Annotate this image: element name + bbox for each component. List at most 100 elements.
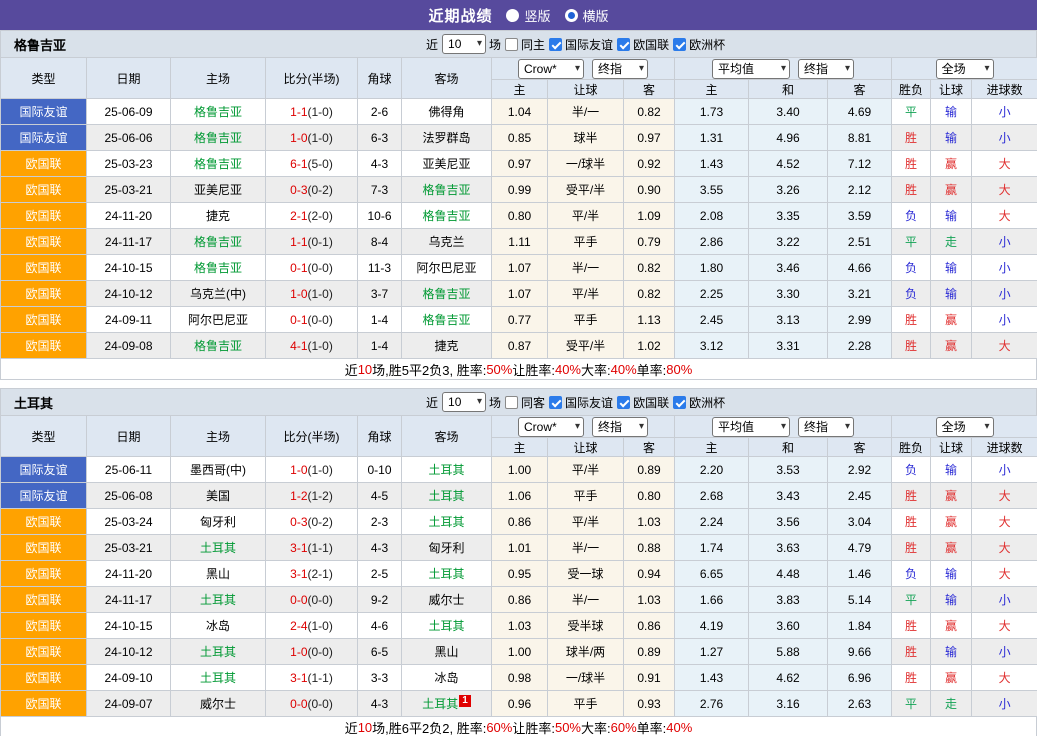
average-select[interactable]: 平均值 xyxy=(712,417,790,437)
col-avg-home: 主 xyxy=(675,438,749,457)
result-outcome: 胜 xyxy=(892,483,931,509)
result-outcome: 胜 xyxy=(892,125,931,151)
match-date: 25-06-11 xyxy=(87,457,171,483)
scope-select[interactable]: 全场 xyxy=(936,59,994,79)
match-type-badge: 欧国联 xyxy=(1,177,87,203)
result-goals: 大 xyxy=(972,535,1037,561)
away-team: 匈牙利 xyxy=(402,535,492,561)
away-team: 土耳其 xyxy=(402,561,492,587)
match-type-badge: 欧国联 xyxy=(1,281,87,307)
average-select[interactable]: 平均值 xyxy=(712,59,790,79)
handicap-line: 平/半 xyxy=(548,509,624,535)
col-outcome: 胜负 xyxy=(892,80,931,99)
friendly-checkbox[interactable] xyxy=(549,38,562,51)
handicap-line: 球半 xyxy=(548,125,624,151)
match-row: 国际友谊25-06-08美国1-2(1-2)4-5土耳其1.06平手0.802.… xyxy=(1,483,1037,509)
col-home-odds: 主 xyxy=(492,80,548,99)
home-team-name: 格鲁吉亚 xyxy=(194,131,242,145)
result-outcome: 负 xyxy=(892,203,931,229)
match-date: 24-11-17 xyxy=(87,587,171,613)
corner-score: 2-3 xyxy=(358,509,402,535)
home-odds: 0.87 xyxy=(492,333,548,359)
result-outcome: 平 xyxy=(892,587,931,613)
avg-home-odds: 3.55 xyxy=(675,177,749,203)
away-odds: 1.03 xyxy=(624,509,675,535)
horizontal-layout-option[interactable]: 横版 xyxy=(565,6,609,25)
result-handicap: 输 xyxy=(931,457,972,483)
away-team: 捷克 xyxy=(402,333,492,359)
col-avg-home: 主 xyxy=(675,80,749,99)
away-team-name: 黑山 xyxy=(434,645,458,659)
average-stage-select[interactable]: 终指 xyxy=(798,59,854,79)
euro-checkbox[interactable] xyxy=(673,38,686,51)
summary-text: 让胜率: xyxy=(512,718,555,736)
result-goals: 小 xyxy=(972,691,1037,717)
result-outcome: 胜 xyxy=(892,535,931,561)
col-handicap: 让球 xyxy=(548,438,624,457)
home-odds: 1.00 xyxy=(492,639,548,665)
avg-draw-odds: 3.43 xyxy=(749,483,828,509)
away-team-name: 法罗群岛 xyxy=(422,131,470,145)
nations-league-checkbox[interactable] xyxy=(617,38,630,51)
vertical-layout-option[interactable]: 竖版 xyxy=(506,6,550,25)
filter-bar: 近 10 场 同客 国际友谊 欧国联 欧洲杯 xyxy=(426,392,726,412)
summary-text: 近 xyxy=(345,718,358,736)
match-date: 24-09-10 xyxy=(87,665,171,691)
recent-results-page: 近期战绩 竖版 横版 格鲁吉亚 近 10 场 同主 国际友谊 欧国联 xyxy=(0,0,1037,736)
avg-draw-odds: 3.30 xyxy=(749,281,828,307)
average-stage-select[interactable]: 终指 xyxy=(798,417,854,437)
avg-draw-odds: 3.26 xyxy=(749,177,828,203)
match-row: 欧国联25-03-24匈牙利0-3(0-2)2-3土耳其0.86平/半1.032… xyxy=(1,509,1037,535)
home-team-name: 黑山 xyxy=(206,567,230,581)
match-type-badge: 欧国联 xyxy=(1,203,87,229)
col-away-odds: 客 xyxy=(624,80,675,99)
result-goals: 大 xyxy=(972,203,1037,229)
home-team: 土耳其 xyxy=(171,535,266,561)
match-row: 欧国联24-10-15冰岛2-4(1-0)4-6土耳其1.03受半球0.864.… xyxy=(1,613,1037,639)
euro-checkbox[interactable] xyxy=(673,396,686,409)
match-type-badge: 欧国联 xyxy=(1,509,87,535)
result-handicap: 赢 xyxy=(931,333,972,359)
result-handicap: 走 xyxy=(931,229,972,255)
match-date: 25-06-08 xyxy=(87,483,171,509)
recent-count-select[interactable]: 10 xyxy=(442,392,486,412)
home-team-name: 土耳其 xyxy=(200,593,236,607)
away-team-name: 佛得角 xyxy=(428,105,464,119)
result-goals: 大 xyxy=(972,151,1037,177)
nations-league-checkbox[interactable] xyxy=(617,396,630,409)
col-corner: 角球 xyxy=(358,58,402,99)
avg-draw-odds: 3.46 xyxy=(749,255,828,281)
odds-company-select[interactable]: Crow* xyxy=(518,59,584,79)
result-handicap: 输 xyxy=(931,203,972,229)
same-venue-checkbox[interactable] xyxy=(505,38,518,51)
corner-score: 4-5 xyxy=(358,483,402,509)
avg-draw-odds: 3.60 xyxy=(749,613,828,639)
odds-company-select[interactable]: Crow* xyxy=(518,417,584,437)
home-odds: 1.01 xyxy=(492,535,548,561)
away-odds: 0.91 xyxy=(624,665,675,691)
match-score: 0-0(0-0) xyxy=(266,587,358,613)
recent-count-select[interactable]: 10 xyxy=(442,34,486,54)
odds-stage-select[interactable]: 终指 xyxy=(592,417,648,437)
away-team-name: 格鲁吉亚 xyxy=(422,313,470,327)
odds-stage-select[interactable]: 终指 xyxy=(592,59,648,79)
match-score: 0-3(0-2) xyxy=(266,509,358,535)
scope-select[interactable]: 全场 xyxy=(936,417,994,437)
horizontal-layout-radio[interactable] xyxy=(565,9,578,22)
same-venue-checkbox[interactable] xyxy=(505,396,518,409)
away-team-name: 格鲁吉亚 xyxy=(422,287,470,301)
result-goals: 小 xyxy=(972,125,1037,151)
summary-text: 场,胜6平2负2, 胜率: xyxy=(372,718,486,736)
avg-home-odds: 4.19 xyxy=(675,613,749,639)
home-odds: 1.07 xyxy=(492,281,548,307)
away-team-name: 格鲁吉亚 xyxy=(422,183,470,197)
home-odds: 0.85 xyxy=(492,125,548,151)
vertical-layout-radio[interactable] xyxy=(506,9,519,22)
friendly-checkbox[interactable] xyxy=(549,396,562,409)
handicap-line: 球半/两 xyxy=(548,639,624,665)
match-date: 25-03-21 xyxy=(87,535,171,561)
col-home-odds: 主 xyxy=(492,438,548,457)
corner-score: 4-6 xyxy=(358,613,402,639)
result-handicap: 赢 xyxy=(931,535,972,561)
away-team: 土耳其 xyxy=(402,457,492,483)
